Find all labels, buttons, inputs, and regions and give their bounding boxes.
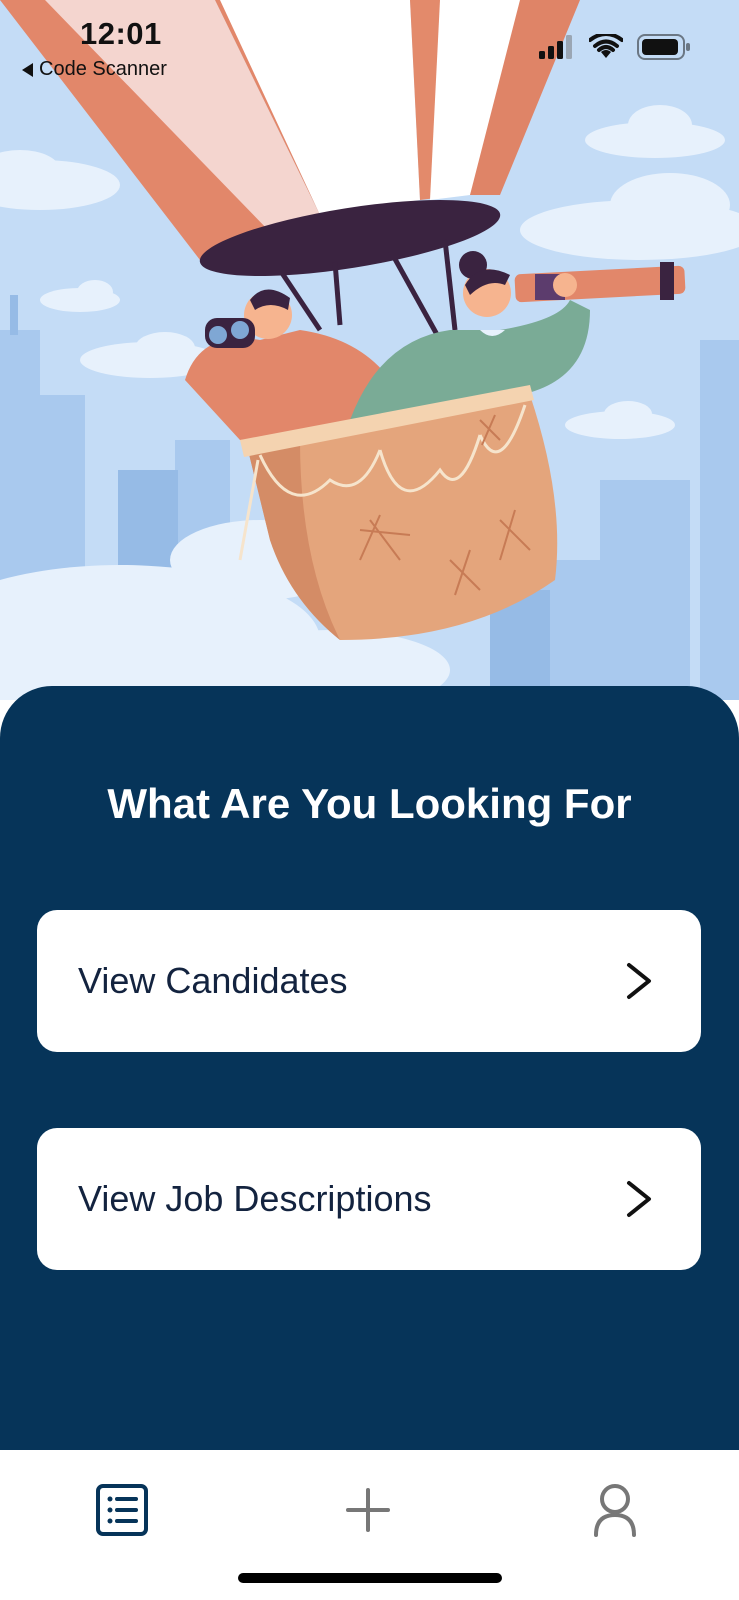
- status-bar: 12:01 Code Scanner: [0, 0, 739, 90]
- wifi-icon: [589, 34, 623, 58]
- battery-icon: [637, 34, 690, 60]
- status-icons: [539, 34, 691, 60]
- status-time: 12:01: [80, 16, 162, 51]
- hot-air-balloon-illustration: [0, 0, 739, 700]
- list-icon: [96, 1484, 148, 1536]
- view-job-descriptions-button[interactable]: View Job Descriptions: [37, 1128, 701, 1270]
- back-to-app-link[interactable]: Code Scanner: [22, 58, 167, 81]
- view-candidates-button[interactable]: View Candidates: [37, 910, 701, 1052]
- hero-illustration: [0, 0, 739, 700]
- view-candidates-label: View Candidates: [78, 960, 348, 1001]
- tab-profile[interactable]: [575, 1470, 655, 1550]
- signal-icon: [539, 35, 572, 59]
- view-job-descriptions-label: View Job Descriptions: [78, 1178, 432, 1219]
- home-indicator: [238, 1573, 502, 1583]
- back-link-label: Code Scanner: [39, 58, 167, 80]
- person-icon: [594, 1484, 636, 1537]
- tab-add[interactable]: [328, 1470, 408, 1550]
- back-arrow-icon: [22, 62, 33, 77]
- tab-list[interactable]: [82, 1470, 162, 1550]
- plus-icon: [346, 1488, 390, 1532]
- chevron-right-icon: [627, 963, 651, 999]
- page-title: What Are You Looking For: [107, 780, 632, 827]
- chevron-right-icon: [627, 1181, 651, 1217]
